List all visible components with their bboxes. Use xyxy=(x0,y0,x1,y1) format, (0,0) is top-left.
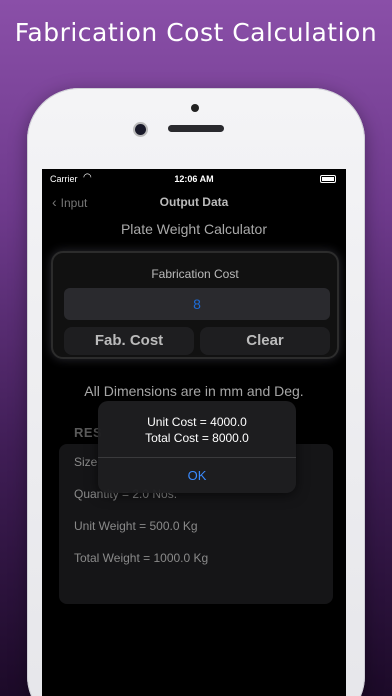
status-time: 12:06 AM xyxy=(174,174,214,184)
battery-icon xyxy=(320,175,336,183)
alert-unit-cost: Unit Cost = 4000.0 xyxy=(147,415,247,429)
alert-total-cost: Total Cost = 8000.0 xyxy=(145,431,249,445)
front-camera xyxy=(135,124,146,135)
alert-ok-button[interactable]: OK xyxy=(98,468,296,483)
nav-title: Output Data xyxy=(159,195,229,209)
promo-title: Fabrication Cost Calculation xyxy=(14,18,378,47)
cost-alert-dialog: Unit Cost = 4000.0 Total Cost = 8000.0 O… xyxy=(98,401,296,493)
status-bar: Carrier ◠ 12:06 AM xyxy=(42,172,346,187)
navigation-bar: ‹ Input Output Data xyxy=(42,193,346,213)
result-row-size: Size xyxy=(74,455,98,469)
alert-divider xyxy=(98,457,296,458)
front-sensor xyxy=(191,104,199,112)
earpiece-speaker xyxy=(168,125,224,132)
fabrication-cost-input[interactable] xyxy=(64,288,330,320)
clear-button[interactable]: Clear xyxy=(200,327,330,355)
fab-cost-button[interactable]: Fab. Cost xyxy=(64,327,194,355)
app-screen: Carrier ◠ 12:06 AM ‹ Input Output Data Pl… xyxy=(42,169,346,696)
page-subtitle: Plate Weight Calculator xyxy=(120,221,268,237)
fabrication-cost-card: Fabrication Cost Fab. Cost Clear xyxy=(51,251,339,359)
dimensions-note: All Dimensions are in mm and Deg. xyxy=(84,383,304,399)
result-row-unit-weight: Unit Weight = 500.0 Kg xyxy=(74,519,198,533)
fabrication-cost-label: Fabrication Cost xyxy=(151,267,239,281)
result-row-total-weight: Total Weight = 1000.0 Kg xyxy=(74,551,209,565)
